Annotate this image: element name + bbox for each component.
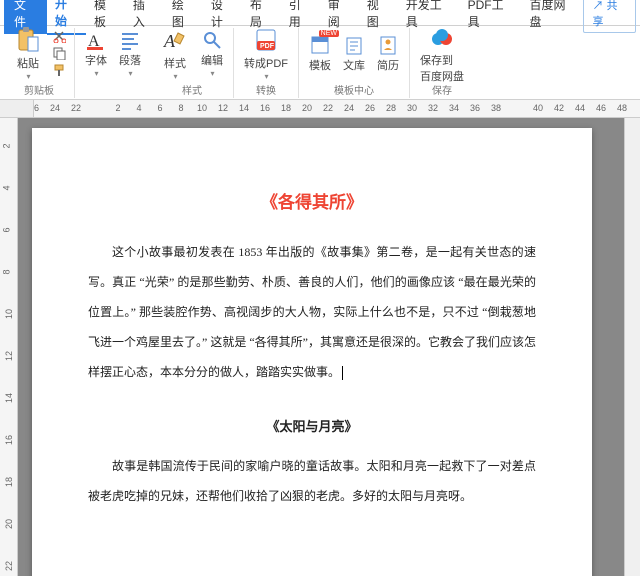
editing-icon [201,29,223,51]
paste-button[interactable]: 粘贴▾ [10,24,46,83]
page-viewport[interactable]: 《各得其所》 这个小故事最初发表在 1853 年出版的《故事集》第二卷，是一起有… [18,118,624,576]
document-page[interactable]: 《各得其所》 这个小故事最初发表在 1853 年出版的《故事集》第二卷，是一起有… [32,128,592,576]
resume-icon [377,34,399,56]
group-convert: PDF 转成PDF▾ 转换 [234,28,299,98]
styles-button[interactable]: A 样式▾ [157,24,193,83]
group-label-styles: 样式 [182,82,202,98]
editor-area: 246810121416182022 《各得其所》 这个小故事最初发表在 185… [0,118,640,576]
group-label-template-center: 模板中心 [334,82,374,98]
paragraph-icon [119,29,141,51]
group-label-clipboard: 剪贴板 [24,82,54,98]
share-button[interactable]: ↗ 共享 [583,0,636,33]
menu-bar: 文件 开始 模板 插入 绘图 设计 布局 引用 审阅 视图 开发工具 PDF工具… [0,0,640,26]
group-template-center: NEW 模板 文库 简历 模板中心 [299,28,410,98]
vertical-scrollbar[interactable] [624,118,640,576]
group-clipboard: 粘贴▾ 剪贴板 [4,28,75,98]
group-font: A 字体▾ 段落▾ [75,28,151,98]
library-icon [343,34,365,56]
paragraph-1: 这个小故事最初发表在 1853 年出版的《故事集》第二卷，是一起有关世态的速写。… [88,237,536,387]
group-save: 保存到 百度网盘 保存 [410,28,474,98]
styles-icon: A [161,26,189,54]
svg-text:PDF: PDF [260,43,275,50]
pdf-icon: PDF [252,26,280,54]
ribbon: 粘贴▾ 剪贴板 A 字体▾ 段落▾ A 样式▾ [0,26,640,100]
paragraph-2: 故事是韩国流传于民间的家喻户晓的童话故事。太阳和月亮一起救下了一对差点被老虎吃掉… [88,451,536,511]
resume-button[interactable]: 简历 [373,32,403,75]
cut-button[interactable] [50,28,68,44]
paragraph-button[interactable]: 段落▾ [115,27,145,80]
cloud-icon [428,23,456,51]
copy-button[interactable] [50,45,68,61]
menu-tab-baidu[interactable]: 百度网盘 [522,0,584,34]
editing-button[interactable]: 编辑▾ [197,27,227,80]
text-cursor [342,366,343,380]
new-badge: NEW [319,30,339,37]
font-button[interactable]: A 字体▾ [81,27,111,80]
font-icon: A [85,29,107,51]
format-painter-button[interactable] [50,62,68,78]
group-label-save: 保存 [432,82,452,98]
save-cloud-button[interactable]: 保存到 百度网盘 [416,21,468,86]
vertical-ruler[interactable]: 246810121416182022 [0,118,18,576]
template-icon [309,34,331,56]
template-button[interactable]: NEW 模板 [305,32,335,75]
horizontal-ruler[interactable]: 2624222468101214161820222426283032343638… [0,100,640,118]
heading-1: 《各得其所》 [88,182,536,225]
group-styles: A 样式▾ 编辑▾ 样式 [151,28,234,98]
paste-icon [14,26,42,54]
group-label-convert: 转换 [256,82,276,98]
library-button[interactable]: 文库 [339,32,369,75]
convert-pdf-button[interactable]: PDF 转成PDF▾ [240,24,292,83]
heading-2: 《太阳与月亮》 [88,411,536,444]
